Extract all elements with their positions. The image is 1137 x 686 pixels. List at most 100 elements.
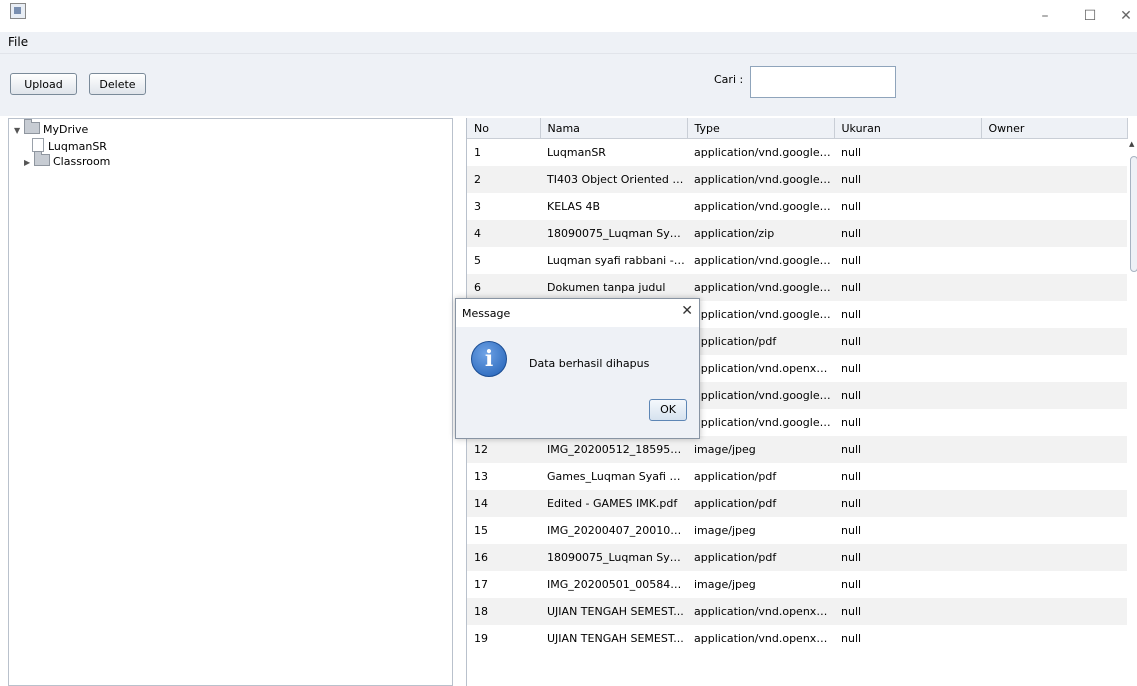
search-input[interactable] [750, 66, 896, 98]
expanded-arrow-icon[interactable]: ▼ [14, 124, 24, 138]
table-row[interactable]: 17 IMG_20200501_005844[... image/jpeg null [467, 571, 1127, 598]
table-cell: image/jpeg [694, 578, 756, 591]
table-row[interactable]: 4 18090075_Luqman Syaf... application/zip n… [467, 220, 1127, 247]
minimize-button[interactable]: – [1025, 0, 1065, 32]
table-cell: 18090075_Luqman Syaf... [540, 220, 687, 247]
menu-file[interactable]: File [8, 35, 28, 49]
table-row[interactable]: 3 KELAS 4B application/vnd.google-a... null [467, 193, 1127, 220]
tree-node-label: MyDrive [43, 123, 89, 136]
dialog-title: Message [462, 307, 511, 320]
table-cell: null [841, 362, 862, 375]
table-cell [981, 247, 1127, 274]
tree-node-label: LuqmanSR [48, 140, 107, 153]
dialog-close-button[interactable]: ✕ [681, 303, 693, 319]
table-cell [981, 571, 1127, 598]
table-row[interactable]: 13 Games_Luqman Syafi R... application/pdf… [467, 463, 1127, 490]
table-cell: UJIAN TENGAH SEMEST... [547, 632, 684, 645]
table-cell: application/vnd.google-a... [694, 416, 834, 429]
table-header-row: No Nama Type Ukuran Owner [467, 118, 1128, 139]
dialog-message: Data berhasil dihapus [529, 357, 650, 370]
table-cell [981, 301, 1127, 328]
table-row[interactable]: 18 UJIAN TENGAH SEMEST... application/vnd.… [467, 598, 1127, 625]
table-row[interactable]: 12 IMG_20200512_185954.... image/jpeg null [467, 436, 1127, 463]
table-cell: application/pdf [694, 470, 777, 483]
table-cell: IMG_20200407_200109.... [547, 524, 687, 537]
vertical-scrollbar[interactable]: ▲ [1128, 138, 1137, 686]
table-cell: 15 [474, 524, 488, 537]
table-cell: application/pdf [687, 544, 834, 571]
table-cell: null [841, 416, 862, 429]
table-cell [981, 193, 1127, 220]
close-window-button[interactable]: ✕ [1106, 0, 1137, 32]
table-cell: null [834, 544, 981, 571]
table-row[interactable]: 5 Luqman syafi rabbani - P... application/… [467, 247, 1127, 274]
table-cell: Dokumen tanpa judul [540, 274, 687, 301]
table-cell: Games_Luqman Syafi R... [547, 470, 687, 483]
column-header-ukuran[interactable]: Ukuran [834, 118, 982, 139]
table-row[interactable]: 14 Edited - GAMES IMK.pdf application/pdf n… [467, 490, 1127, 517]
scroll-up-arrow-icon[interactable]: ▲ [1129, 140, 1134, 148]
tree-node-luqmansr[interactable]: LuqmanSR [32, 138, 107, 153]
table-cell: Edited - GAMES IMK.pdf [540, 490, 687, 517]
table-cell: application/vnd.google-a... [694, 200, 834, 213]
tree-node-mydrive[interactable]: ▼ MyDrive [14, 119, 89, 138]
table-cell [981, 409, 1127, 436]
table-cell [981, 139, 1127, 167]
upload-button[interactable]: Upload [10, 73, 77, 95]
tree-node-classroom[interactable]: ▶ Classroom [24, 151, 111, 170]
table-cell: 4 [467, 220, 540, 247]
table-cell: null [834, 166, 981, 193]
table-cell: image/jpeg [687, 436, 834, 463]
table-cell [981, 490, 1127, 517]
maximize-button[interactable]: ☐ [1070, 0, 1110, 32]
column-header-nama[interactable]: Nama [540, 118, 688, 139]
delete-button[interactable]: Delete [89, 73, 146, 95]
table-row[interactable]: 6 Dokumen tanpa judul application/vnd.goog… [467, 274, 1127, 301]
table-cell: null [841, 308, 862, 321]
table-cell: null [841, 632, 862, 645]
table-cell: null [834, 382, 981, 409]
table-cell: application/vnd.google-a... [694, 254, 834, 267]
table-cell: 12 [467, 436, 540, 463]
table-cell: null [834, 436, 981, 463]
tree-node-label: Classroom [53, 155, 111, 168]
table-cell [981, 355, 1127, 382]
column-header-owner[interactable]: Owner [981, 118, 1128, 139]
table-cell: null [834, 274, 981, 301]
collapsed-arrow-icon[interactable]: ▶ [24, 156, 34, 170]
table-cell: application/vnd.google-a... [694, 146, 834, 159]
table-cell [981, 436, 1127, 463]
table-row[interactable]: 15 IMG_20200407_200109.... image/jpeg null [467, 517, 1127, 544]
table-cell [981, 517, 1127, 544]
table-cell: application/pdf [687, 328, 834, 355]
table-cell: null [834, 598, 981, 625]
table-cell: 13 [474, 470, 488, 483]
table-cell: null [841, 200, 862, 213]
column-header-no[interactable]: No [467, 118, 541, 139]
table-row[interactable]: 19 UJIAN TENGAH SEMEST... application/vnd.… [467, 625, 1127, 652]
table-cell: 17 [474, 578, 488, 591]
table-cell [981, 328, 1127, 355]
window-titlebar: – ☐ ✕ [0, 0, 1137, 32]
table-cell: null [841, 254, 862, 267]
table-row[interactable]: 2 TI403 Object Oriented Pr... application/… [467, 166, 1127, 193]
table-cell: 1 [474, 146, 481, 159]
table-cell: null [841, 578, 862, 591]
ok-button[interactable]: OK [649, 399, 687, 421]
table-cell [981, 625, 1127, 652]
table-cell [981, 598, 1127, 625]
table-cell: UJIAN TENGAH SEMEST... [540, 598, 687, 625]
table-cell: 14 [467, 490, 540, 517]
table-cell: application/vnd.google-a... [687, 382, 834, 409]
java-app-icon [10, 3, 26, 19]
table-row[interactable]: 16 18090075_Luqman Syaf... application/pdf… [467, 544, 1127, 571]
search-label: Cari : [714, 73, 744, 86]
dialog-titlebar: Message ✕ [456, 299, 699, 327]
table-cell: application/vnd.google-a... [694, 308, 834, 321]
table-cell: null [834, 220, 981, 247]
folder-icon [24, 119, 40, 134]
table-row[interactable]: 1 LuqmanSR application/vnd.google-a... null [467, 139, 1127, 167]
scrollbar-thumb[interactable] [1130, 156, 1137, 272]
table-cell: application/vnd.openxmlf... [694, 632, 834, 645]
column-header-type[interactable]: Type [687, 118, 835, 139]
